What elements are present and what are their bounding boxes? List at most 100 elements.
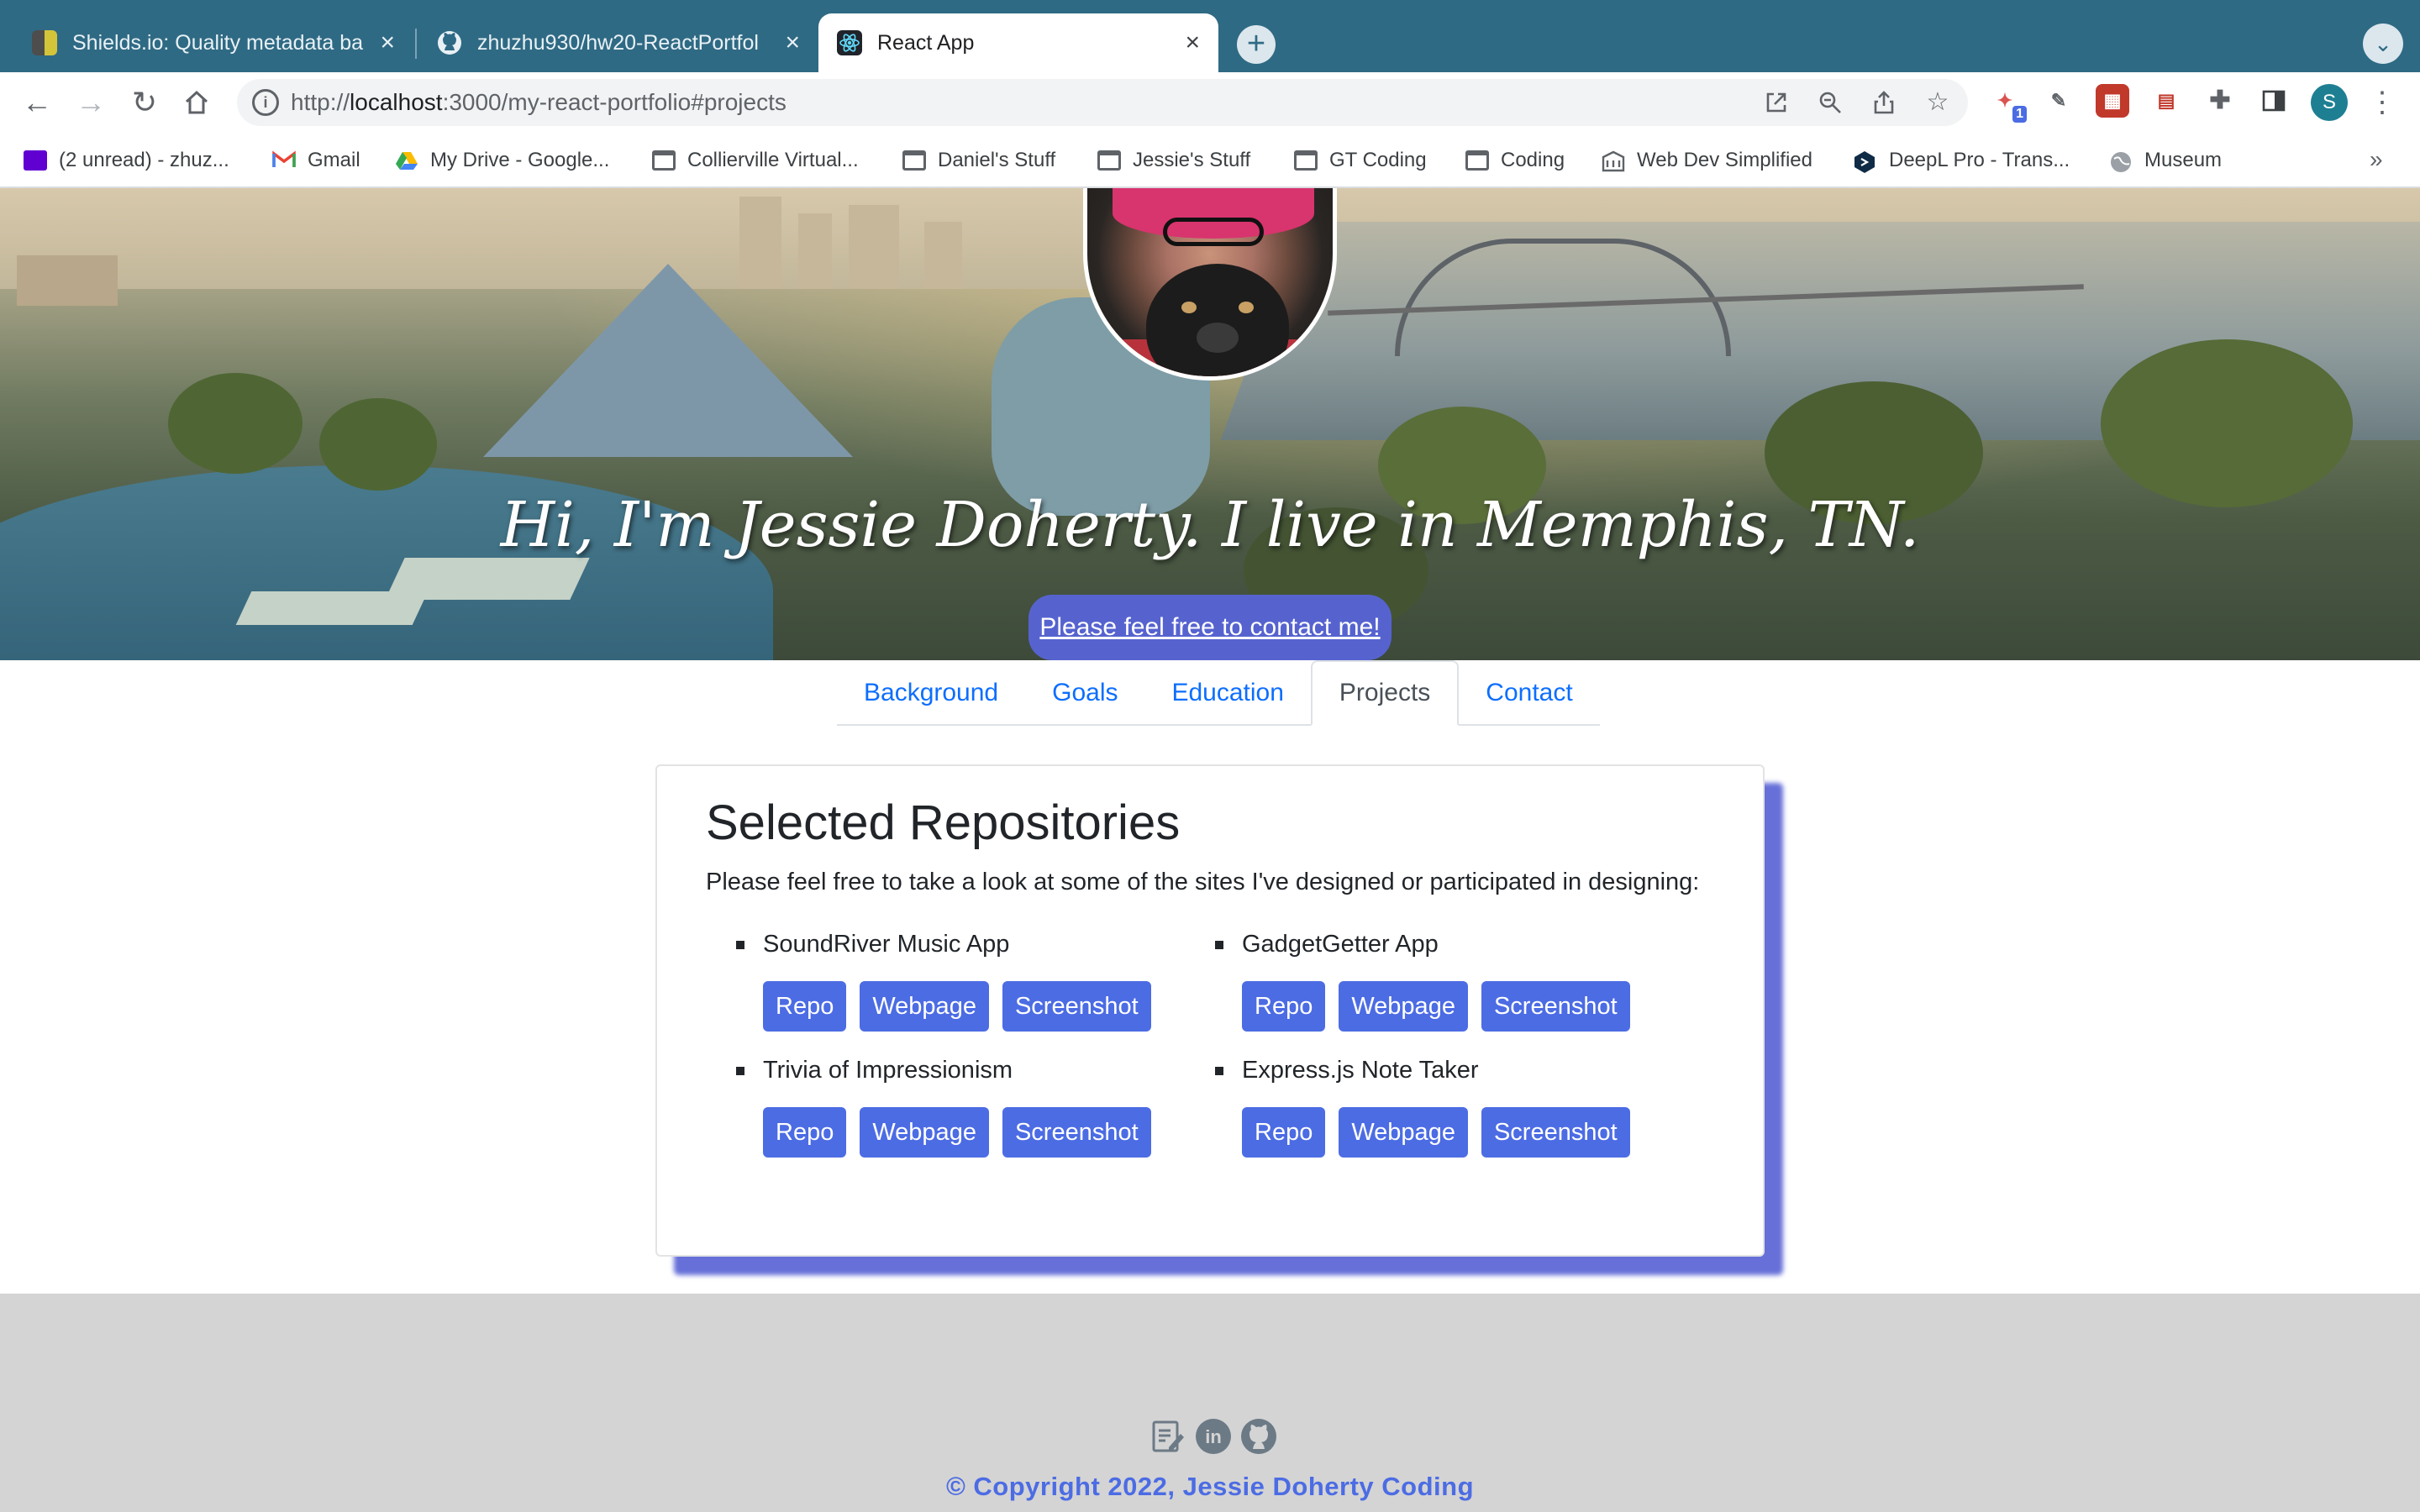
hero-tree	[319, 398, 437, 491]
extension-car-icon[interactable]: ▤	[2149, 84, 2183, 118]
bookmark-label: Jessie's Stuff	[1133, 149, 1251, 171]
forward-button[interactable]: →	[69, 81, 113, 124]
open-in-app-icon[interactable]	[1761, 87, 1791, 118]
repo-button[interactable]: Repo	[1242, 1107, 1326, 1158]
bookmark-yahoo-mail[interactable]: (2 unread) - zhuz...	[24, 144, 229, 176]
tab-projects[interactable]: Projects	[1310, 660, 1460, 726]
screenshot-button[interactable]: Screenshot	[1002, 981, 1151, 1032]
repo-button[interactable]: Repo	[763, 1107, 847, 1158]
bookmark-web-dev-simplified[interactable]: Web Dev Simplified	[1602, 144, 1812, 176]
tab-separator	[415, 29, 417, 59]
screenshot-button[interactable]: Screenshot	[1002, 1107, 1151, 1158]
address-bar[interactable]: i http://localhost:3000/my-react-portfol…	[237, 79, 1968, 126]
webpage-button[interactable]: Webpage	[860, 981, 989, 1032]
copyright-text: © Copyright 2022, Jessie Doherty Coding	[945, 1472, 1475, 1501]
browser-tab-shields[interactable]: Shields.io: Quality metadata ba ×	[13, 13, 413, 72]
bookmarks-overflow-button[interactable]: »	[2370, 146, 2383, 173]
hero-building	[924, 222, 962, 289]
resume-icon[interactable]	[1150, 1418, 1186, 1455]
hero-tree	[168, 373, 302, 474]
folder-icon	[1294, 150, 1318, 171]
close-icon[interactable]: ×	[785, 30, 800, 55]
page-footer: in © Copyright 2022, Jessie Doherty Codi…	[0, 1294, 2420, 1512]
project-name: GadgetGetter App	[1242, 931, 1439, 958]
browser-tab-github[interactable]: zhuzhu930/hw20-ReactPortfol ×	[418, 13, 818, 72]
browser-menu-icon[interactable]: ⋮	[2368, 82, 2396, 123]
close-icon[interactable]: ×	[380, 30, 395, 55]
webpage-button[interactable]: Webpage	[860, 1107, 989, 1158]
bookmark-label: DeepL Pro - Trans...	[1889, 149, 2070, 171]
svg-text:in: in	[1205, 1426, 1222, 1447]
yahoo-mail-icon	[24, 150, 47, 171]
zoom-icon[interactable]	[1815, 87, 1845, 118]
bookmark-label: GT Coding	[1329, 149, 1427, 171]
hero-building	[849, 205, 899, 289]
screenshot-button[interactable]: Screenshot	[1481, 1107, 1630, 1158]
folder-icon	[1465, 150, 1489, 171]
hero-title: Hi, I'm Jessie Doherty. I live in Memphi…	[500, 489, 1920, 561]
extension-red-icon[interactable]: ▦	[2096, 84, 2129, 118]
reload-button[interactable]: ↻	[123, 81, 166, 124]
extension-eraser-icon[interactable]: ✎	[2042, 84, 2075, 118]
side-panel-icon[interactable]	[2257, 84, 2291, 118]
pyramid-landmark	[483, 264, 853, 457]
share-icon[interactable]	[1869, 87, 1899, 118]
tab-goals[interactable]: Goals	[1025, 660, 1144, 726]
bullet-icon	[1215, 1066, 1223, 1075]
site-info-icon[interactable]: i	[252, 89, 279, 116]
bullet-icon	[736, 940, 744, 949]
bookmark-label: Coding	[1501, 149, 1565, 171]
bookmark-folder-daniels-stuff[interactable]: Daniel's Stuff	[902, 144, 1055, 176]
browser-tab-react-app[interactable]: React App ×	[818, 13, 1218, 72]
bookmark-label: (2 unread) - zhuz...	[59, 149, 229, 171]
bookmark-gmail[interactable]: Gmail	[272, 144, 360, 176]
bookmark-folder-gt-coding[interactable]: GT Coding	[1294, 144, 1427, 176]
bookmark-folder-collierville[interactable]: Collierville Virtual...	[652, 144, 859, 176]
repo-button[interactable]: Repo	[763, 981, 847, 1032]
browser-toolbar: ← → ↻ i http://localhost:3000/my-react-p…	[0, 72, 2420, 133]
gmail-icon	[272, 150, 296, 171]
back-button[interactable]: ←	[15, 81, 59, 124]
bookmark-google-drive[interactable]: My Drive - Google...	[395, 144, 609, 176]
contact-me-button[interactable]: Please feel free to contact me!	[1028, 595, 1392, 660]
bookmark-folder-coding[interactable]: Coding	[1465, 144, 1565, 176]
profile-avatar[interactable]: S	[2311, 84, 2348, 121]
section-intro: Please feel free to take a look at some …	[706, 869, 1700, 895]
project-item: SoundRiver Music App Repo Webpage Screen…	[736, 931, 1151, 1032]
project-item: Trivia of Impressionism Repo Webpage Scr…	[736, 1057, 1151, 1158]
section-title: Selected Repositories	[706, 795, 1181, 850]
bookmark-star-icon[interactable]: ☆	[1923, 87, 1953, 118]
project-item: Express.js Note Taker Repo Webpage Scree…	[1215, 1057, 1630, 1158]
section-tabs: Background Goals Education Projects Cont…	[837, 660, 1600, 726]
new-tab-button[interactable]: +	[1237, 25, 1276, 64]
footer-social-links: in	[1150, 1418, 1277, 1455]
webpage-button[interactable]: Webpage	[1339, 1107, 1468, 1158]
home-button[interactable]	[175, 81, 218, 124]
close-icon[interactable]: ×	[1185, 30, 1200, 55]
tab-title: React App	[877, 30, 975, 55]
extension-badge-icon[interactable]: ✦ 1	[1988, 84, 2027, 123]
tab-education[interactable]: Education	[1144, 660, 1310, 726]
url-text: http://localhost:3000/my-react-portfolio…	[291, 89, 786, 115]
tab-background[interactable]: Background	[837, 660, 1025, 726]
webpage-button[interactable]: Webpage	[1339, 981, 1468, 1032]
bookmark-museum[interactable]: Museum	[2109, 144, 2222, 176]
bookmark-label: Daniel's Stuff	[938, 149, 1056, 171]
bookmark-folder-jessies-stuff[interactable]: Jessie's Stuff	[1097, 144, 1250, 176]
profile-photo	[1083, 188, 1337, 381]
folder-icon	[1097, 150, 1121, 171]
bullet-icon	[1215, 940, 1223, 949]
repo-button[interactable]: Repo	[1242, 981, 1326, 1032]
screenshot-button[interactable]: Screenshot	[1481, 981, 1630, 1032]
tab-contact[interactable]: Contact	[1459, 660, 1599, 726]
github-icon[interactable]	[1240, 1418, 1277, 1455]
linkedin-icon[interactable]: in	[1195, 1418, 1232, 1455]
extensions-puzzle-icon[interactable]: ✚	[2203, 84, 2237, 118]
hero-banner: Hi, I'm Jessie Doherty. I live in Memphi…	[0, 188, 2420, 660]
bookmark-label: Gmail	[308, 149, 360, 171]
bookmark-deepl[interactable]: DeepL Pro - Trans...	[1854, 144, 2070, 176]
deepl-icon	[1854, 150, 1877, 173]
tab-search-button[interactable]: ⌄	[2363, 24, 2403, 64]
photo-glasses	[1163, 218, 1264, 246]
bookmark-label: Collierville Virtual...	[687, 149, 859, 171]
